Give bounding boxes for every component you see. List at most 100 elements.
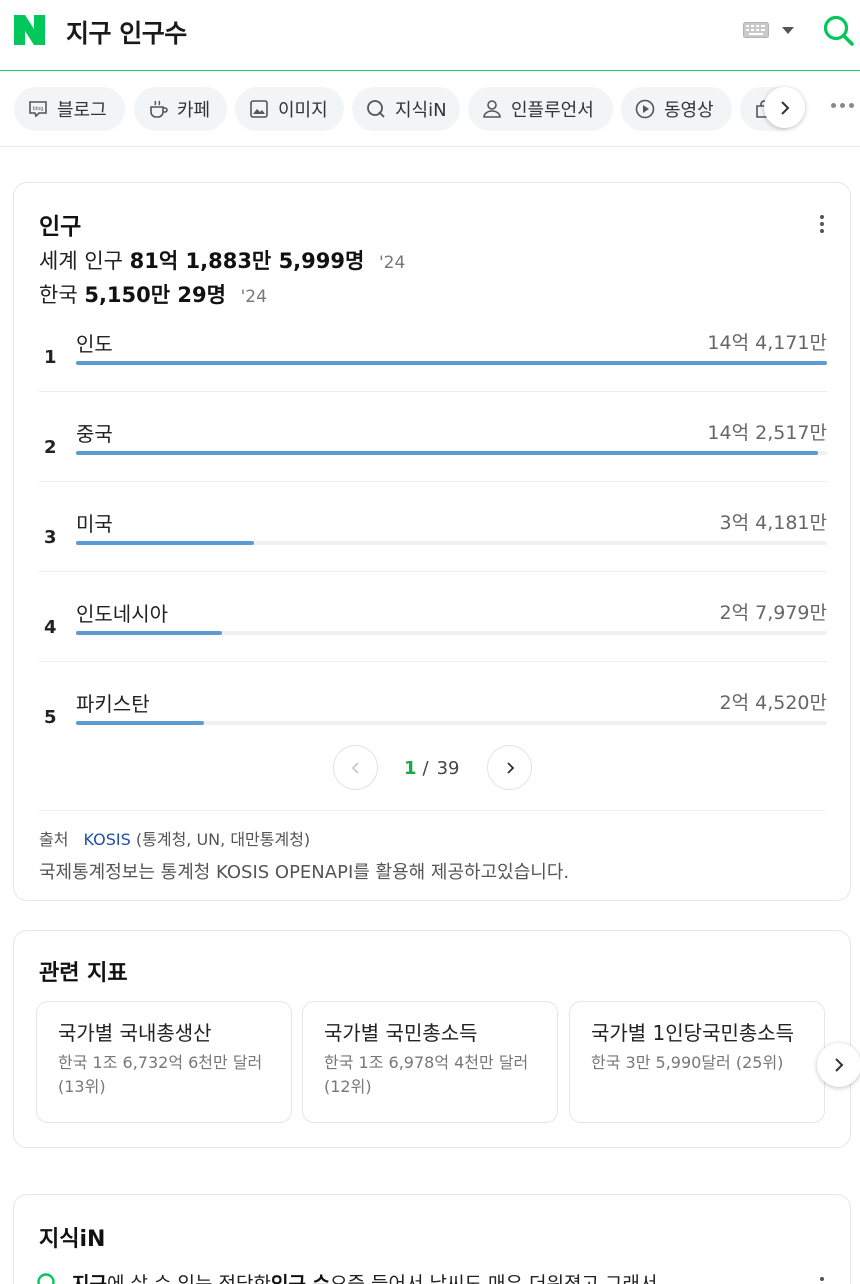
blog-icon: blog — [29, 101, 47, 118]
kosis-link[interactable]: KOSIS — [84, 830, 131, 849]
tabs-next-button[interactable] — [764, 87, 805, 128]
image-icon — [250, 100, 268, 118]
tab-label: 블로그 — [57, 100, 107, 121]
tab-influencer[interactable]: 인플루언서 — [468, 87, 613, 131]
source-line: 출처 KOSIS (통계청, UN, 대만통계청) — [39, 826, 310, 850]
rank-number: 5 — [44, 707, 57, 728]
chevron-right-icon — [780, 100, 789, 115]
tab-image[interactable]: 이미지 — [235, 87, 344, 131]
search-header: 지구 인구수 — [0, 0, 860, 71]
row-divider — [39, 481, 827, 482]
kin-text: 에 살 수 있는 적당한 — [106, 1273, 271, 1284]
tab-label: 동영상 — [664, 100, 714, 121]
world-year: '24 — [379, 253, 406, 273]
kin-question-link[interactable]: 지구 에 살 수 있는 적당한 인구 수 요즘 들어서 날씨도 매우 더워졌고 그… — [36, 1269, 657, 1284]
population-title: 인구 — [39, 214, 82, 240]
row-divider — [39, 391, 827, 392]
page-separator: / — [422, 758, 429, 779]
tab-blog[interactable]: blog 블로그 — [14, 87, 125, 131]
related-item-desc: 한국 1조 6,978억 4천만 달러 (12위) — [324, 1053, 529, 1096]
kin-text: 요즘 들어서 날씨도 매우 더워졌고 그래서 — [330, 1273, 658, 1284]
naver-logo[interactable] — [14, 15, 45, 45]
vertical-tabs: blog 블로그 카페 이미지 지식iN 인플루언서 동영상 — [0, 71, 860, 147]
country-name: 파키스탄 — [76, 692, 150, 716]
influencer-icon — [483, 100, 501, 118]
country-name: 미국 — [76, 512, 113, 536]
population-bar — [76, 721, 204, 725]
source-label: 출처 — [39, 830, 69, 849]
kebab-menu-icon[interactable] — [820, 1277, 824, 1284]
rank-number: 3 — [44, 527, 57, 548]
population-value: 3억 4,181만 — [719, 512, 827, 534]
source-detail: (통계청, UN, 대만통계청) — [135, 830, 311, 849]
rank-number: 2 — [44, 437, 57, 458]
source-note: 국제통계정보는 통계청 KOSIS OPENAPI를 활용해 제공하고있습니다. — [39, 862, 570, 883]
keyboard-icon[interactable] — [743, 22, 769, 38]
population-bar — [76, 541, 254, 545]
cafe-icon — [150, 100, 168, 118]
related-item-name: 국가별 국민총소득 — [324, 1021, 478, 1045]
population-value: 2억 4,520만 — [719, 692, 827, 714]
tab-cafe[interactable]: 카페 — [134, 87, 227, 131]
tab-video[interactable]: 동영상 — [621, 87, 732, 131]
related-title: 관련 지표 — [39, 961, 128, 986]
korea-value: 5,150만 29명 — [84, 283, 226, 307]
korea-label: 한국 — [39, 283, 78, 307]
chevron-down-icon[interactable] — [782, 27, 794, 34]
population-bar-track — [76, 631, 827, 635]
tab-label: 지식iN — [395, 100, 447, 121]
question-icon — [37, 1272, 55, 1284]
population-bar — [76, 451, 818, 455]
kin-icon — [367, 100, 385, 118]
tab-label: 이미지 — [278, 100, 328, 121]
population-value: 14억 4,171만 — [707, 332, 827, 354]
kin-keyword: 인구 수 — [270, 1273, 331, 1284]
country-name: 중국 — [76, 422, 113, 446]
prev-page-button[interactable] — [333, 745, 378, 790]
page-indicator: 1/ 39 — [404, 758, 460, 779]
search-query[interactable]: 지구 인구수 — [66, 14, 187, 50]
world-label: 세계 인구 — [39, 249, 123, 273]
more-menu-icon[interactable] — [831, 103, 854, 108]
tab-kin[interactable]: 지식iN — [352, 87, 460, 131]
population-bar-track — [76, 451, 827, 455]
population-bar-track — [76, 541, 827, 545]
next-page-button[interactable] — [487, 745, 532, 790]
chevron-left-icon — [351, 761, 359, 774]
kin-card: 지식iN 지구 에 살 수 있는 적당한 인구 수 요즘 들어서 날씨도 매우 더… — [13, 1194, 851, 1284]
total-pages: 39 — [436, 758, 460, 779]
population-bar — [76, 631, 222, 635]
related-next-button[interactable] — [817, 1043, 860, 1087]
country-name: 인도네시아 — [76, 602, 168, 626]
related-item[interactable]: 국가별 1인당국민총소득 한국 3만 5,990달러 (25위) — [569, 1001, 825, 1123]
related-item[interactable]: 국가별 국내총생산 한국 1조 6,732억 6천만 달러 (13위) — [36, 1001, 292, 1123]
search-icon[interactable] — [822, 14, 856, 48]
ranking-row[interactable]: 4 인도네시아 2억 7,979만 — [39, 586, 827, 676]
ranking-row[interactable]: 1 인도 14억 4,171만 — [39, 316, 827, 406]
chevron-right-icon — [835, 1058, 844, 1072]
world-population: 세계 인구 81억 1,883만 5,999명 '24 — [39, 245, 405, 275]
rank-number: 4 — [44, 617, 57, 638]
pagination: 1/ 39 — [14, 745, 850, 791]
kin-title: 지식iN — [39, 1227, 106, 1252]
population-value: 14억 2,517만 — [707, 422, 827, 444]
ranking-row[interactable]: 3 미국 3억 4,181만 — [39, 496, 827, 586]
related-item-desc: 한국 1조 6,732억 6천만 달러 (13위) — [58, 1053, 263, 1096]
current-page: 1 — [404, 758, 417, 779]
row-divider — [39, 571, 827, 572]
chevron-right-icon — [506, 761, 514, 774]
svg-text:blog: blog — [33, 106, 44, 112]
video-icon — [635, 99, 655, 119]
related-item-desc: 한국 3만 5,990달러 (25위) — [591, 1053, 784, 1072]
population-card: 인구 세계 인구 81억 1,883만 5,999명 '24 한국 5,150만… — [13, 182, 851, 901]
population-bar — [76, 361, 827, 365]
related-indicators-card: 관련 지표 국가별 국내총생산 한국 1조 6,732억 6천만 달러 (13위… — [13, 930, 860, 1148]
population-bar-track — [76, 361, 827, 365]
kin-keyword: 지구 — [72, 1273, 107, 1284]
ranking-row[interactable]: 2 중국 14억 2,517만 — [39, 406, 827, 496]
kebab-menu-icon[interactable] — [820, 215, 824, 233]
related-item[interactable]: 국가별 국민총소득 한국 1조 6,978억 4천만 달러 (12위) — [302, 1001, 558, 1123]
population-value: 2억 7,979만 — [719, 602, 827, 624]
tab-label: 인플루언서 — [511, 100, 594, 121]
korea-population: 한국 5,150만 29명 '24 — [39, 279, 267, 309]
